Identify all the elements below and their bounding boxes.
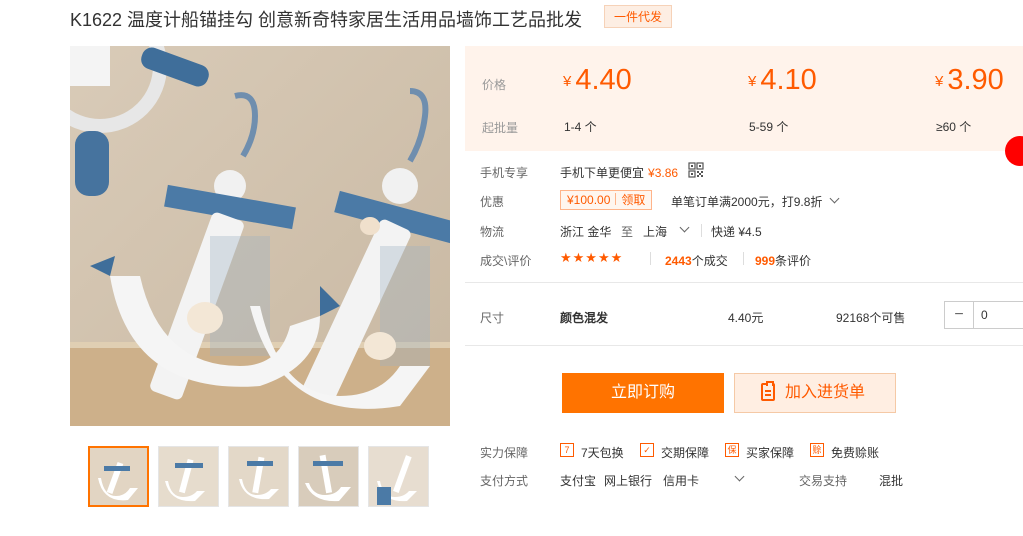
origin-location: 浙江 金华 — [560, 225, 612, 239]
coupon-divider — [615, 193, 617, 205]
price-value: 4.10 — [760, 64, 817, 96]
sku-stock: 92168个可售 — [836, 311, 906, 325]
payment-method: 网上银行 — [604, 474, 653, 488]
mobile-offer[interactable]: 手机下单更便宜 ¥3.86 — [560, 164, 678, 181]
chevron-down-icon[interactable] — [734, 471, 745, 482]
thumbnail[interactable] — [228, 446, 289, 507]
chevron-down-icon[interactable] — [679, 222, 690, 233]
moq-label: 起批量 — [482, 121, 519, 135]
free-credit-icon: 赊 — [810, 443, 824, 457]
range-tier-3: ≥60 个 — [936, 120, 972, 134]
mobile-price: ¥3.86 — [648, 166, 679, 180]
range-tier-1: 1-4 个 — [564, 120, 597, 134]
rating-stars: ★★★★★ — [560, 250, 624, 265]
coupon-amount: ¥100.00 — [567, 193, 611, 207]
delivery-guarantee-icon: ✓ — [640, 443, 654, 457]
thumbnail[interactable] — [368, 446, 429, 507]
anchor-thumbnail-image — [369, 447, 428, 506]
price-label: 价格 — [482, 78, 507, 92]
price-panel: 价格 起批量 ¥4.40 1-4 个 ¥4.10 5-59 个 ¥3.90 ≥6… — [465, 46, 1023, 151]
destination-select[interactable]: 上海 — [643, 223, 667, 240]
divider — [701, 224, 702, 237]
anchor-thermometer-photo — [70, 46, 450, 426]
deal-count[interactable]: 2443个成交 — [665, 252, 728, 269]
divider — [650, 252, 651, 265]
mobile-label: 手机专享 — [480, 166, 529, 180]
coupon-claim: 领取 — [621, 193, 646, 207]
payment-label: 支付方式 — [480, 474, 529, 488]
anchor-thumbnail-image — [159, 447, 218, 506]
seven-day-exchange-icon: 7 — [560, 443, 574, 457]
promo-label: 优惠 — [480, 195, 505, 209]
thumbnail[interactable] — [158, 446, 219, 507]
divider — [743, 252, 744, 265]
price-tier-3: ¥3.90 — [935, 64, 1004, 97]
quantity-stepper: − 0 — [944, 301, 1023, 329]
qr-code-icon[interactable] — [688, 162, 704, 178]
to-word: 至 — [621, 225, 634, 239]
section-divider — [465, 282, 1023, 283]
logistics-label: 物流 — [480, 225, 505, 239]
guarantee-item[interactable]: 买家保障 — [746, 444, 794, 461]
range-tier-2: 5-59 个 — [749, 120, 789, 134]
promo-text: 单笔订单满2000元，打9.8折 — [671, 195, 823, 209]
payment-method: 信用卡 — [663, 474, 700, 488]
sku-name: 颜色混发 — [560, 311, 609, 325]
payment-method: 支付宝 — [560, 474, 597, 488]
floating-red-tab[interactable] — [1005, 136, 1023, 166]
size-label: 尺寸 — [480, 311, 505, 325]
guarantee-item[interactable]: 免费赊账 — [831, 444, 879, 461]
section-divider — [465, 345, 1023, 346]
trade-support-value: 混批 — [879, 474, 904, 488]
main-product-image[interactable] — [70, 46, 450, 426]
shipping-fee: 快递 ¥4.5 — [711, 225, 762, 239]
sku-price: 4.40元 — [728, 311, 764, 325]
price-value: 3.90 — [947, 64, 1004, 96]
deal-count-value: 2443 — [665, 254, 692, 268]
review-count-value: 999 — [755, 254, 776, 268]
guarantee-item[interactable]: 7天包换 — [581, 444, 624, 461]
quantity-input[interactable]: 0 — [981, 308, 988, 322]
review-count[interactable]: 999条评价 — [755, 252, 811, 269]
thumbnail[interactable] — [88, 446, 149, 507]
chevron-down-icon[interactable] — [829, 193, 840, 204]
price-value: 4.40 — [575, 64, 632, 96]
review-count-suffix: 条评价 — [775, 254, 812, 268]
mobile-offer-text: 手机下单更便宜 — [560, 166, 645, 180]
add-to-cart-label: 加入进货单 — [785, 384, 866, 401]
currency-symbol: ¥ — [935, 73, 944, 90]
add-to-cart-button[interactable]: 加入进货单 — [734, 373, 896, 413]
deal-count-suffix: 个成交 — [691, 254, 728, 268]
quantity-minus-button[interactable]: − — [945, 302, 974, 328]
guarantee-label: 实力保障 — [480, 446, 529, 460]
deals-label: 成交\评价 — [480, 254, 532, 268]
buyer-protection-icon: 保 — [725, 443, 739, 457]
coupon-button[interactable]: ¥100.00 领取 — [560, 190, 653, 210]
currency-symbol: ¥ — [748, 73, 757, 90]
clipboard-icon — [761, 381, 775, 401]
anchor-thumbnail-image — [229, 447, 288, 506]
currency-symbol: ¥ — [563, 73, 572, 90]
anchor-thumbnail-image — [299, 447, 358, 506]
trade-support-label: 交易支持 — [799, 474, 848, 488]
price-tier-1: ¥4.40 — [563, 64, 632, 97]
product-title: K1622 温度计船锚挂勾 创意新奇特家居生活用品墙饰工艺品批发 — [70, 10, 583, 30]
thumbnail[interactable] — [298, 446, 359, 507]
dropship-badge[interactable]: 一件代发 — [604, 5, 672, 28]
price-tier-2: ¥4.10 — [748, 64, 817, 97]
buy-now-button[interactable]: 立即订购 — [562, 373, 724, 413]
anchor-thumbnail-image — [90, 448, 147, 505]
guarantee-item[interactable]: 交期保障 — [661, 444, 709, 461]
